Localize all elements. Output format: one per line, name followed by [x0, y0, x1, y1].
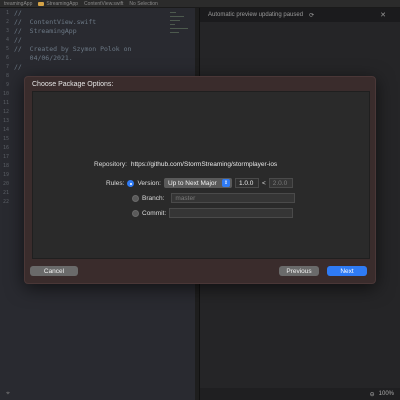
code-line: 04/06/2021.	[14, 54, 73, 62]
breadcrumb-label: No Selection	[129, 0, 158, 7]
line-number: 22	[2, 199, 9, 205]
next-button-label: Next	[340, 267, 354, 275]
package-options-dialog: Choose Package Options: Repository: http…	[24, 76, 376, 284]
commit-label: Commit:	[142, 209, 167, 217]
line-number: 5	[5, 46, 9, 52]
line-number: 6	[5, 55, 9, 61]
line-number: 16	[2, 145, 9, 151]
zoom-bar: ⊖ 100%	[200, 388, 400, 400]
repository-label: Repository:	[94, 161, 127, 168]
version-to-field[interactable]: 2.0.0	[268, 178, 293, 188]
line-number: 10	[2, 91, 9, 97]
line-number: 11	[2, 100, 9, 106]
line-number: 1	[5, 10, 9, 16]
line-number: 3	[5, 28, 9, 34]
repository-row: Repository: https://github.com/StormStre…	[94, 161, 277, 168]
line-number: 13	[2, 118, 9, 124]
minimap[interactable]	[170, 8, 192, 48]
zoom-level: 100%	[378, 391, 394, 397]
cancel-button[interactable]: Cancel	[30, 266, 78, 276]
line-number: 9	[5, 82, 9, 88]
branch-label: Branch:	[142, 194, 165, 202]
breadcrumb-item[interactable]: No Selection	[129, 1, 157, 7]
commit-radio[interactable]	[132, 209, 139, 217]
line-number: 21	[2, 190, 9, 196]
line-number: 15	[2, 136, 9, 142]
line-number: 2	[5, 19, 9, 25]
previous-button[interactable]: Previous	[279, 266, 319, 276]
options-panel: Repository: https://github.com/StormStre…	[32, 91, 370, 259]
breadcrumb-item[interactable]: ContentView.swift	[84, 1, 123, 7]
zoom-out-icon[interactable]: ⊖	[370, 391, 375, 398]
dialog-title: Choose Package Options:	[32, 81, 114, 88]
branch-row: Branch: master	[132, 193, 296, 203]
breadcrumb-item[interactable]: StreamingApp	[38, 1, 78, 7]
refresh-icon[interactable]: ⟳	[309, 12, 314, 19]
line-number: 17	[2, 154, 9, 160]
close-icon[interactable]: ✕	[380, 11, 386, 19]
line-number: 7	[5, 64, 9, 70]
cancel-button-label: Cancel	[43, 267, 65, 275]
breadcrumb-label: treamingApp	[4, 0, 33, 7]
repository-url: https://github.com/StormStreaming/stormp…	[130, 161, 278, 168]
preview-header: Automatic preview updating paused ⟳	[200, 8, 400, 22]
branch-radio[interactable]	[132, 194, 139, 202]
line-number: 12	[2, 109, 9, 115]
line-number: 8	[5, 73, 9, 79]
breadcrumb-bar: treamingApp StreamingApp ContentView.swi…	[0, 0, 400, 8]
code-line: //	[14, 36, 22, 44]
code-line: //	[14, 63, 22, 71]
chevron-updown-icon: ⇕	[221, 179, 230, 187]
version-row: Rules: Version: Up to Next Major ⇕ 1.0.0…	[106, 178, 293, 188]
version-to-value: 2.0.0	[272, 179, 288, 187]
code-line: //	[14, 9, 22, 17]
branch-field[interactable]: master	[171, 193, 296, 203]
commit-field[interactable]	[169, 208, 294, 218]
version-label: Version:	[137, 179, 161, 187]
folder-icon	[38, 1, 45, 6]
commit-row: Commit:	[132, 208, 294, 218]
breadcrumb-item[interactable]: treamingApp	[4, 1, 32, 7]
breadcrumb-label: StreamingApp	[46, 0, 79, 7]
line-number: 19	[2, 172, 9, 178]
previous-button-label: Previous	[286, 267, 312, 275]
code-line: // StreamingApp	[14, 27, 77, 35]
code-line: // Created by Szymon Polok on	[14, 45, 132, 53]
rules-label: Rules:	[106, 179, 125, 187]
version-from-value: 1.0.0	[238, 179, 254, 187]
line-number: 18	[2, 163, 9, 169]
breadcrumb-label: ContentView.swift	[84, 0, 124, 7]
code-line: // ContentView.swift	[14, 18, 97, 26]
branch-value: master	[175, 194, 196, 202]
line-number: 4	[5, 37, 9, 43]
pin-icon[interactable]: ⌖	[6, 390, 10, 398]
version-from-field[interactable]: 1.0.0	[234, 178, 259, 188]
version-radio[interactable]	[127, 179, 135, 187]
version-rule-select[interactable]: Up to Next Major ⇕	[163, 178, 232, 188]
line-number: 20	[2, 181, 9, 187]
line-number-gutter: 1 2 3 4 5 6 7 8 9 10 11 12 13 14 15 16 1…	[0, 8, 10, 400]
next-button[interactable]: Next	[327, 266, 367, 276]
line-number: 14	[2, 127, 9, 133]
preview-status: Automatic preview updating paused	[208, 12, 304, 18]
less-than-sign: <	[261, 179, 266, 187]
version-rule-value: Up to Next Major	[167, 179, 217, 187]
